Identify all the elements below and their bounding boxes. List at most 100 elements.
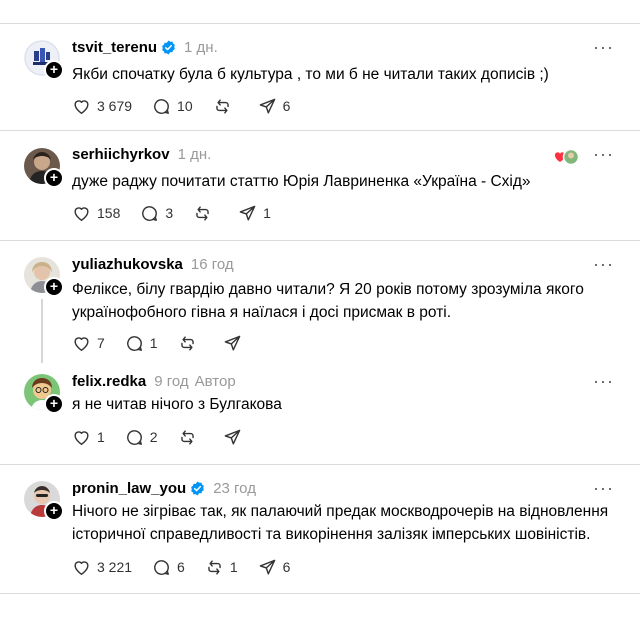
post-text: дуже раджу почитати статтю Юрія Лавринен…	[72, 173, 531, 190]
username[interactable]: felix.redka	[72, 373, 146, 390]
more-icon[interactable]: ···	[593, 372, 614, 390]
share-count: 6	[282, 98, 291, 114]
reply-count: 6	[177, 559, 185, 575]
comment-icon	[154, 559, 169, 575]
reply-button[interactable]: 3	[140, 204, 173, 223]
repost-count: 1	[229, 559, 238, 575]
share-button[interactable]: 1	[238, 204, 271, 223]
timestamp[interactable]: 23 год	[213, 480, 256, 497]
follow-plus-icon[interactable]: +	[44, 501, 64, 521]
post-actions: 1 2	[72, 426, 268, 448]
post-header: serhiichyrkov 1 дн.	[72, 144, 211, 164]
post-text: я не читав нічого з Булгакова	[72, 396, 282, 413]
heart-icon	[74, 99, 89, 114]
repost-icon	[196, 205, 209, 221]
reply-count: 1	[149, 335, 158, 351]
heart-icon	[74, 206, 89, 221]
more-icon[interactable]: ···	[593, 145, 614, 163]
share-button[interactable]: 6	[258, 97, 291, 116]
reply-button[interactable]: 2	[125, 428, 158, 447]
reply-button[interactable]: 10	[152, 97, 193, 116]
threads-feed: + tsvit_terenu 1 дн. ··· Якби спочатку б…	[0, 0, 640, 640]
post-header: felix.redka 9 год Автор	[72, 371, 236, 391]
like-button[interactable]: 3 679	[72, 97, 132, 116]
verified-badge-icon	[191, 480, 205, 496]
send-icon	[239, 205, 256, 221]
like-button[interactable]: 1	[72, 428, 105, 447]
heart-icon	[74, 560, 89, 575]
like-button[interactable]: 158	[72, 204, 120, 223]
like-count: 3 221	[97, 559, 133, 575]
timestamp[interactable]: 1 дн.	[184, 39, 218, 56]
repost-button[interactable]	[213, 97, 238, 116]
avatar[interactable]: +	[24, 257, 64, 297]
username[interactable]: yuliazhukovska	[72, 256, 183, 273]
repost-icon	[180, 335, 194, 351]
repost-icon	[180, 429, 194, 445]
repost-button[interactable]: 1	[205, 558, 238, 577]
share-button[interactable]: 6	[258, 558, 290, 577]
repost-icon	[208, 559, 221, 575]
more-icon[interactable]: ···	[593, 479, 614, 497]
post-text: Феліксе, білу гвардію давно читали? Я 20…	[72, 281, 584, 321]
repost-button[interactable]	[193, 204, 218, 223]
follow-plus-icon[interactable]: +	[44, 277, 64, 297]
post-header: pronin_law_you 23 год	[72, 478, 256, 498]
like-count: 1	[97, 429, 105, 445]
post-5[interactable]: + pronin_law_you 23 год ··· Нічого не зі…	[0, 465, 640, 595]
username[interactable]: serhiichyrkov	[72, 146, 170, 163]
username[interactable]: tsvit_terenu	[72, 39, 157, 56]
post-text: Якби спочатку була б культура , то ми б …	[72, 66, 549, 83]
post-3[interactable]: + yuliazhukovska 16 год ··· Феліксе, біл…	[0, 241, 640, 363]
reply-button[interactable]: 6	[152, 558, 185, 577]
send-icon	[259, 98, 275, 114]
like-button[interactable]: 3 221	[72, 558, 132, 577]
avatar[interactable]: +	[24, 148, 64, 188]
reply-count: 10	[177, 98, 193, 114]
heart-icon	[74, 336, 89, 351]
post-actions: 3 679 10 6	[72, 95, 310, 117]
reply-count: 2	[149, 429, 158, 445]
comment-icon	[154, 98, 169, 114]
like-count: 3 679	[97, 98, 133, 114]
comment-icon	[126, 429, 142, 445]
repost-button[interactable]	[178, 428, 203, 447]
follow-plus-icon[interactable]: +	[44, 60, 64, 80]
post-2[interactable]: + serhiichyrkov 1 дн. ··· дуже раджу поч…	[0, 131, 640, 241]
share-button[interactable]	[223, 428, 248, 447]
liked-by-avatars-icon[interactable]	[554, 148, 580, 166]
comment-icon	[126, 335, 142, 351]
post-actions: 158 3 1	[72, 202, 291, 224]
repost-icon	[215, 98, 229, 114]
heart-icon	[74, 430, 89, 445]
thread-line	[41, 299, 43, 363]
share-button[interactable]	[223, 334, 248, 353]
post-actions: 3 221 6 1 6	[72, 556, 310, 578]
more-icon[interactable]: ···	[593, 255, 614, 273]
reply-button[interactable]: 1	[125, 334, 158, 353]
timestamp[interactable]: 16 год	[191, 256, 234, 273]
share-count: 1	[263, 205, 271, 221]
like-button[interactable]: 7	[72, 334, 105, 353]
avatar[interactable]: +	[24, 40, 64, 80]
post-divider	[0, 593, 640, 594]
like-count: 158	[97, 205, 121, 221]
comment-icon	[142, 205, 158, 221]
follow-plus-icon[interactable]: +	[44, 394, 64, 414]
timestamp[interactable]: 9 год	[154, 373, 188, 390]
avatar[interactable]: +	[24, 481, 64, 521]
send-icon	[224, 335, 240, 351]
post-actions: 7 1	[72, 332, 268, 354]
username[interactable]: pronin_law_you	[72, 480, 186, 497]
follow-plus-icon[interactable]: +	[44, 168, 64, 188]
more-icon[interactable]: ···	[593, 38, 614, 56]
timestamp[interactable]: 1 дн.	[178, 146, 212, 163]
verified-badge-icon	[162, 39, 175, 55]
post-1[interactable]: + tsvit_terenu 1 дн. ··· Якби спочатку б…	[0, 24, 640, 131]
send-icon	[259, 559, 275, 575]
avatar[interactable]: +	[24, 374, 64, 414]
post-text: Нічого не зігріває так, як палаючий пред…	[72, 503, 609, 543]
post-header: tsvit_terenu 1 дн.	[72, 37, 218, 57]
repost-button[interactable]	[178, 334, 203, 353]
post-4[interactable]: + felix.redka 9 год Автор ··· я не читав…	[0, 358, 640, 465]
